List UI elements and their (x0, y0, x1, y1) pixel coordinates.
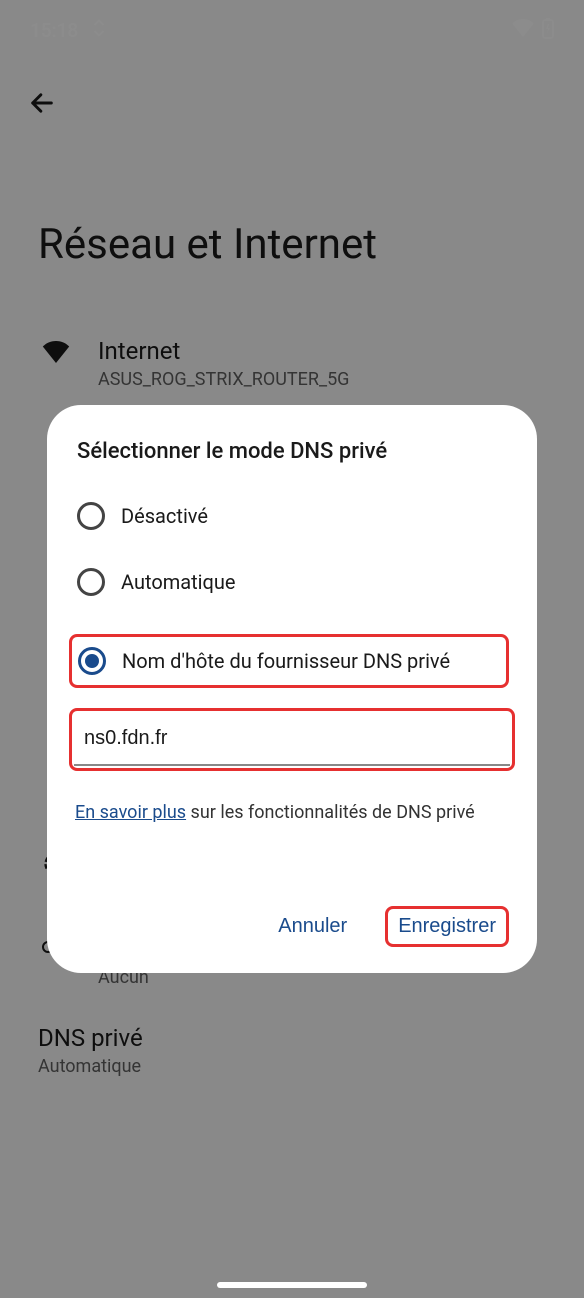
learn-more-link[interactable]: En savoir plus (75, 802, 186, 823)
radio-label: Automatique (121, 570, 236, 594)
radio-icon (78, 647, 106, 675)
dns-dialog: Sélectionner le mode DNS privé Désactivé… (47, 405, 537, 973)
dialog-title: Sélectionner le mode DNS privé (75, 439, 509, 464)
radio-option-auto[interactable]: Automatique (75, 568, 509, 596)
radio-label: Désactivé (121, 504, 208, 528)
save-button[interactable]: Enregistrer (385, 906, 509, 947)
radio-option-hostname[interactable]: Nom d'hôte du fournisseur DNS privé (69, 634, 509, 688)
radio-icon (77, 502, 105, 530)
info-suffix: sur les fonctionnalités de DNS privé (186, 802, 475, 823)
radio-label: Nom d'hôte du fournisseur DNS privé (122, 649, 450, 673)
dns-hostname-input[interactable] (74, 713, 510, 766)
radio-option-off[interactable]: Désactivé (75, 502, 509, 530)
navigation-handle[interactable] (217, 1282, 367, 1288)
radio-icon (77, 568, 105, 596)
cancel-button[interactable]: Annuler (268, 909, 357, 944)
dns-input-highlight (69, 708, 515, 771)
dialog-info-text: En savoir plus sur les fonctionnalités d… (75, 799, 509, 826)
